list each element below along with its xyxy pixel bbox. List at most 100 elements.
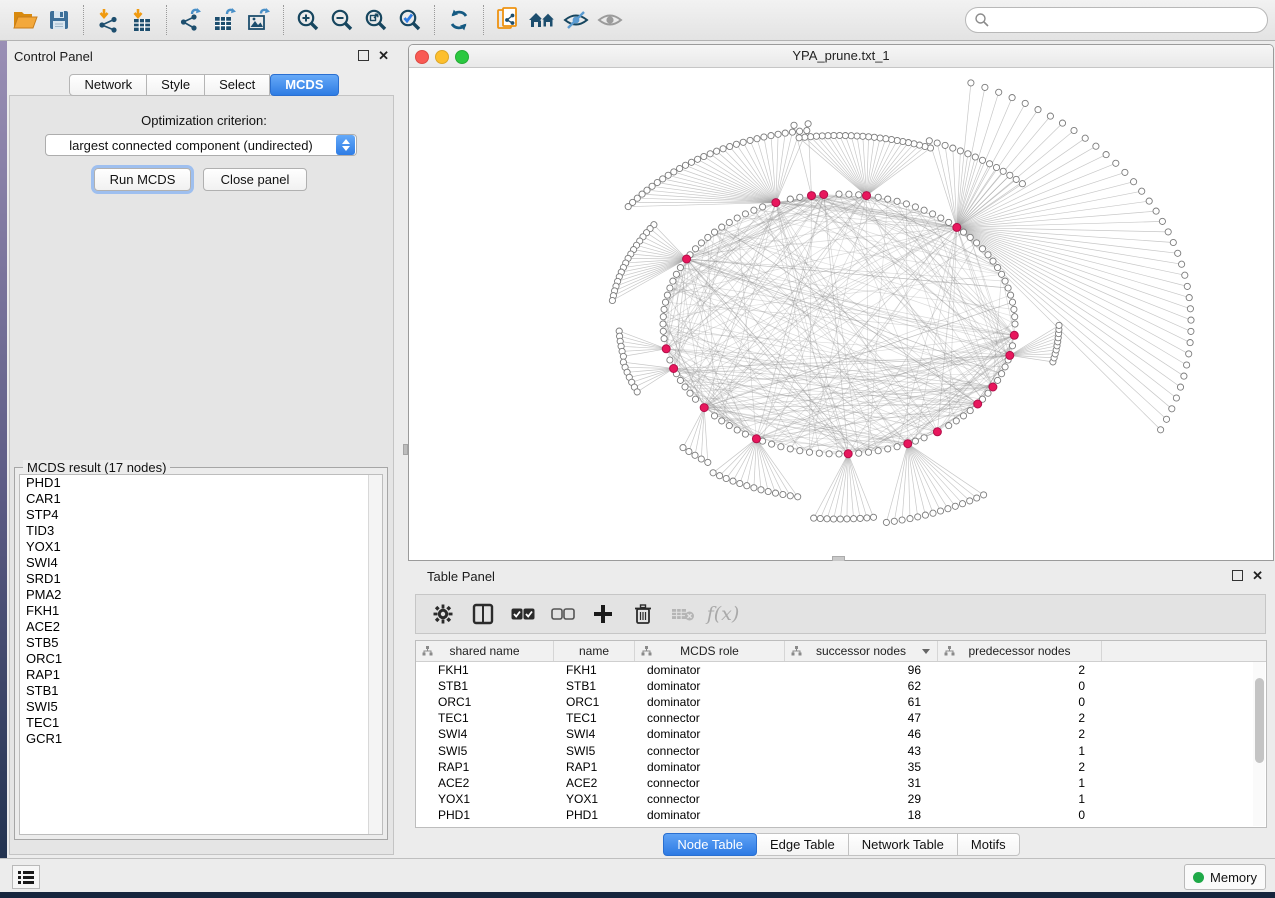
table-cell[interactable]: SWI4 <box>554 727 635 741</box>
table-cell[interactable]: dominator <box>635 695 785 709</box>
table-cell[interactable]: ACE2 <box>416 776 554 790</box>
table-row[interactable]: ORC1ORC1dominator610 <box>416 694 1266 710</box>
export-network-button[interactable] <box>174 4 208 36</box>
close-panel-icon[interactable]: ✕ <box>378 51 389 60</box>
table-row[interactable]: PHD1PHD1dominator180 <box>416 807 1266 823</box>
table-cell[interactable]: 2 <box>938 663 1102 677</box>
maximize-window-traffic-light[interactable] <box>455 50 469 64</box>
tab-motifs[interactable]: Motifs <box>958 833 1020 856</box>
table-cell[interactable]: 31 <box>785 776 938 790</box>
mcds-result-item[interactable]: TID3 <box>20 523 382 539</box>
float-window-icon[interactable] <box>1232 570 1243 581</box>
search-field[interactable] <box>965 7 1268 33</box>
hide-selected-button[interactable] <box>559 4 593 36</box>
table-cell[interactable]: 29 <box>785 792 938 806</box>
table-cell[interactable]: dominator <box>635 663 785 677</box>
table-cell[interactable]: 61 <box>785 695 938 709</box>
mcds-result-item[interactable]: SRD1 <box>20 571 382 587</box>
table-cell[interactable]: 35 <box>785 760 938 774</box>
export-table-button[interactable] <box>208 4 242 36</box>
zoom-selected-button[interactable] <box>393 4 427 36</box>
mcds-result-item[interactable]: SWI5 <box>20 699 382 715</box>
open-file-button[interactable] <box>8 4 42 36</box>
table-cell[interactable]: 18 <box>785 808 938 822</box>
table-cell[interactable]: dominator <box>635 727 785 741</box>
table-cell[interactable]: 43 <box>785 744 938 758</box>
table-row[interactable]: TEC1TEC1connector472 <box>416 710 1266 726</box>
tab-edge-table[interactable]: Edge Table <box>757 833 849 856</box>
mcds-result-item[interactable]: STP4 <box>20 507 382 523</box>
tab-style[interactable]: Style <box>147 74 205 96</box>
table-row[interactable]: STB1STB1dominator620 <box>416 678 1266 694</box>
mcds-result-item[interactable]: TEC1 <box>20 715 382 731</box>
table-cell[interactable]: SWI4 <box>416 727 554 741</box>
mcds-result-item[interactable]: STB5 <box>20 635 382 651</box>
close-window-traffic-light[interactable] <box>415 50 429 64</box>
table-cell[interactable]: YOX1 <box>554 792 635 806</box>
float-window-icon[interactable] <box>358 50 369 61</box>
function-builder-button[interactable]: f(x) <box>710 601 736 627</box>
minimize-window-traffic-light[interactable] <box>435 50 449 64</box>
table-cell[interactable]: RAP1 <box>416 760 554 774</box>
optimization-criterion-select[interactable]: largest connected component (undirected) <box>45 134 357 156</box>
table-row[interactable]: ACE2ACE2connector311 <box>416 775 1266 791</box>
table-cell[interactable]: 2 <box>938 711 1102 725</box>
column-header-predecessor-nodes[interactable]: predecessor nodes <box>938 641 1102 661</box>
table-cell[interactable]: STB1 <box>554 679 635 693</box>
search-input[interactable] <box>990 12 1244 29</box>
zoom-in-button[interactable] <box>291 4 325 36</box>
table-cell[interactable]: 1 <box>938 776 1102 790</box>
mcds-result-item[interactable]: ORC1 <box>20 651 382 667</box>
table-cell[interactable]: SWI5 <box>554 744 635 758</box>
table-cell[interactable]: SWI5 <box>416 744 554 758</box>
network-window-titlebar[interactable]: YPA_prune.txt_1 <box>409 45 1273 68</box>
table-settings-button[interactable] <box>430 601 456 627</box>
table-cell[interactable]: ORC1 <box>416 695 554 709</box>
deselect-all-button[interactable] <box>550 601 576 627</box>
run-mcds-button[interactable]: Run MCDS <box>94 168 191 191</box>
table-cell[interactable]: TEC1 <box>554 711 635 725</box>
table-cell[interactable]: 0 <box>938 679 1102 693</box>
table-cell[interactable]: FKH1 <box>554 663 635 677</box>
close-panel-button[interactable]: Close panel <box>203 168 307 191</box>
table-cell[interactable]: RAP1 <box>554 760 635 774</box>
table-cell[interactable]: connector <box>635 776 785 790</box>
table-cell[interactable]: 1 <box>938 744 1102 758</box>
mcds-result-item[interactable]: FKH1 <box>20 603 382 619</box>
table-row[interactable]: SWI5SWI5connector431 <box>416 742 1266 758</box>
export-image-button[interactable] <box>242 4 276 36</box>
refresh-layout-button[interactable] <box>442 4 476 36</box>
network-canvas[interactable] <box>409 68 1273 561</box>
select-all-button[interactable] <box>510 601 536 627</box>
import-network-button[interactable] <box>91 4 125 36</box>
zoom-fit-button[interactable] <box>359 4 393 36</box>
tab-network[interactable]: Network <box>69 74 147 96</box>
tab-select[interactable]: Select <box>205 74 270 96</box>
import-table-button[interactable] <box>125 4 159 36</box>
table-cell[interactable]: 46 <box>785 727 938 741</box>
table-cell[interactable]: 2 <box>938 760 1102 774</box>
column-header-shared-name[interactable]: shared name <box>416 641 554 661</box>
list-scrollbar[interactable] <box>368 475 382 834</box>
add-column-button[interactable] <box>590 601 616 627</box>
table-cell[interactable]: connector <box>635 744 785 758</box>
column-header-successor-nodes[interactable]: successor nodes <box>785 641 938 661</box>
mcds-result-item[interactable]: PHD1 <box>20 475 382 491</box>
mcds-result-item[interactable]: RAP1 <box>20 667 382 683</box>
mcds-result-item[interactable]: YOX1 <box>20 539 382 555</box>
show-all-button[interactable] <box>593 4 627 36</box>
mcds-result-item[interactable]: GCR1 <box>20 731 382 747</box>
task-history-button[interactable] <box>12 865 40 889</box>
column-header-MCDS-role[interactable]: MCDS role <box>635 641 785 661</box>
first-neighbors-button[interactable] <box>525 4 559 36</box>
mcds-result-item[interactable]: ACE2 <box>20 619 382 635</box>
table-scrollbar[interactable] <box>1253 662 1265 826</box>
table-cell[interactable]: 2 <box>938 727 1102 741</box>
table-cell[interactable]: ORC1 <box>554 695 635 709</box>
show-columns-button[interactable] <box>470 601 496 627</box>
mcds-result-item[interactable]: CAR1 <box>20 491 382 507</box>
table-cell[interactable]: connector <box>635 792 785 806</box>
table-cell[interactable]: 0 <box>938 808 1102 822</box>
save-session-button[interactable] <box>42 4 76 36</box>
table-cell[interactable]: dominator <box>635 679 785 693</box>
